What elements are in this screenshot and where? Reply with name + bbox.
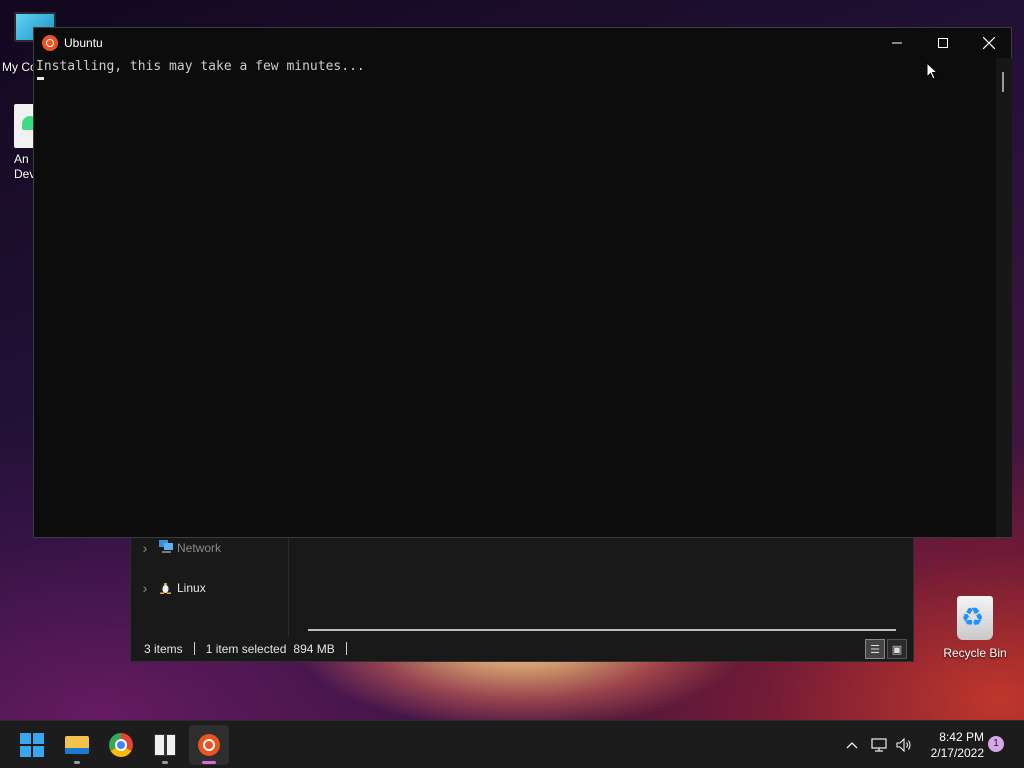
mouse-pointer-icon <box>926 62 938 80</box>
maximize-button[interactable] <box>920 28 966 58</box>
close-button[interactable] <box>966 28 1012 58</box>
minimize-button[interactable] <box>874 28 920 58</box>
window-title: Ubuntu <box>64 36 103 50</box>
details-view-icon: ☰ <box>870 643 880 656</box>
nav-item-label: Linux <box>177 581 206 595</box>
status-size: 894 MB <box>293 641 335 656</box>
desktop-icon-label: Recycle Bin <box>943 646 1007 660</box>
minimize-icon <box>892 42 902 44</box>
large-icons-view-icon: ▣ <box>891 643 903 656</box>
file-explorer-window: › Network › Linux 3 items 1 item selecte… <box>130 537 914 662</box>
terminal-line: Installing, this may take a few minutes.… <box>36 59 365 74</box>
status-item-count: 3 items <box>144 641 183 656</box>
details-view-button[interactable]: ☰ <box>865 639 885 659</box>
notification-badge[interactable]: 1 <box>988 736 1004 752</box>
ubuntu-icon <box>42 35 58 51</box>
taskbar-chrome[interactable] <box>101 725 141 765</box>
system-clock[interactable]: 8:42 PM 2/17/2022 <box>918 729 984 761</box>
vertical-scrollbar[interactable] <box>996 58 1012 537</box>
nav-item-linux[interactable]: › Linux <box>131 577 289 599</box>
package-icon <box>154 734 176 756</box>
maximize-icon <box>938 38 948 48</box>
chevron-right-icon[interactable]: › <box>131 580 159 596</box>
ubuntu-icon <box>198 734 220 756</box>
window-title-bar[interactable]: Ubuntu <box>34 28 1011 58</box>
text-cursor <box>37 77 44 80</box>
explorer-status-bar: 3 items 1 item selected 894 MB ☰ ▣ <box>131 636 913 661</box>
folder-icon <box>65 736 89 754</box>
chrome-icon <box>109 733 133 757</box>
speaker-icon <box>896 738 911 752</box>
show-hidden-icons-button[interactable] <box>842 721 862 768</box>
chevron-up-icon <box>846 742 858 749</box>
desktop-icon-recycle-bin[interactable]: Recycle Bin <box>940 596 1010 660</box>
explorer-nav-pane: › Network › Linux <box>131 537 289 637</box>
view-toggle: ☰ ▣ <box>865 639 907 659</box>
horizontal-scrollbar[interactable] <box>308 629 896 631</box>
status-divider <box>193 642 195 655</box>
status-selection: 1 item selected <box>205 641 287 656</box>
windows-logo-icon <box>20 733 44 757</box>
volume-button[interactable] <box>893 721 915 768</box>
ubuntu-terminal-window[interactable]: Ubuntu Installing, this may take a few m… <box>33 27 1012 538</box>
active-indicator <box>202 761 216 764</box>
taskbar-file-explorer[interactable] <box>57 725 97 765</box>
network-icon <box>159 540 177 556</box>
large-icons-view-button[interactable]: ▣ <box>887 639 907 659</box>
nav-item-network[interactable]: › Network <box>131 537 289 559</box>
terminal-output[interactable]: Installing, this may take a few minutes.… <box>34 58 996 537</box>
start-button[interactable] <box>12 725 52 765</box>
clock-date: 2/17/2022 <box>930 746 984 760</box>
taskbar-ubuntu[interactable] <box>189 725 229 765</box>
close-icon <box>983 37 995 49</box>
scrollbar-thumb[interactable] <box>1002 72 1004 92</box>
chevron-right-icon[interactable]: › <box>131 540 159 556</box>
taskbar: 8:42 PM 2/17/2022 <box>0 720 1024 768</box>
network-icon <box>871 738 887 752</box>
nav-item-label: Network <box>177 541 222 555</box>
penguin-icon <box>159 580 177 597</box>
recycle-bin-icon <box>957 596 993 640</box>
status-divider <box>345 642 347 655</box>
network-status-button[interactable] <box>868 721 890 768</box>
taskbar-package[interactable] <box>145 725 185 765</box>
running-indicator <box>162 761 168 764</box>
clock-time: 8:42 PM <box>939 730 984 744</box>
running-indicator <box>74 761 80 764</box>
